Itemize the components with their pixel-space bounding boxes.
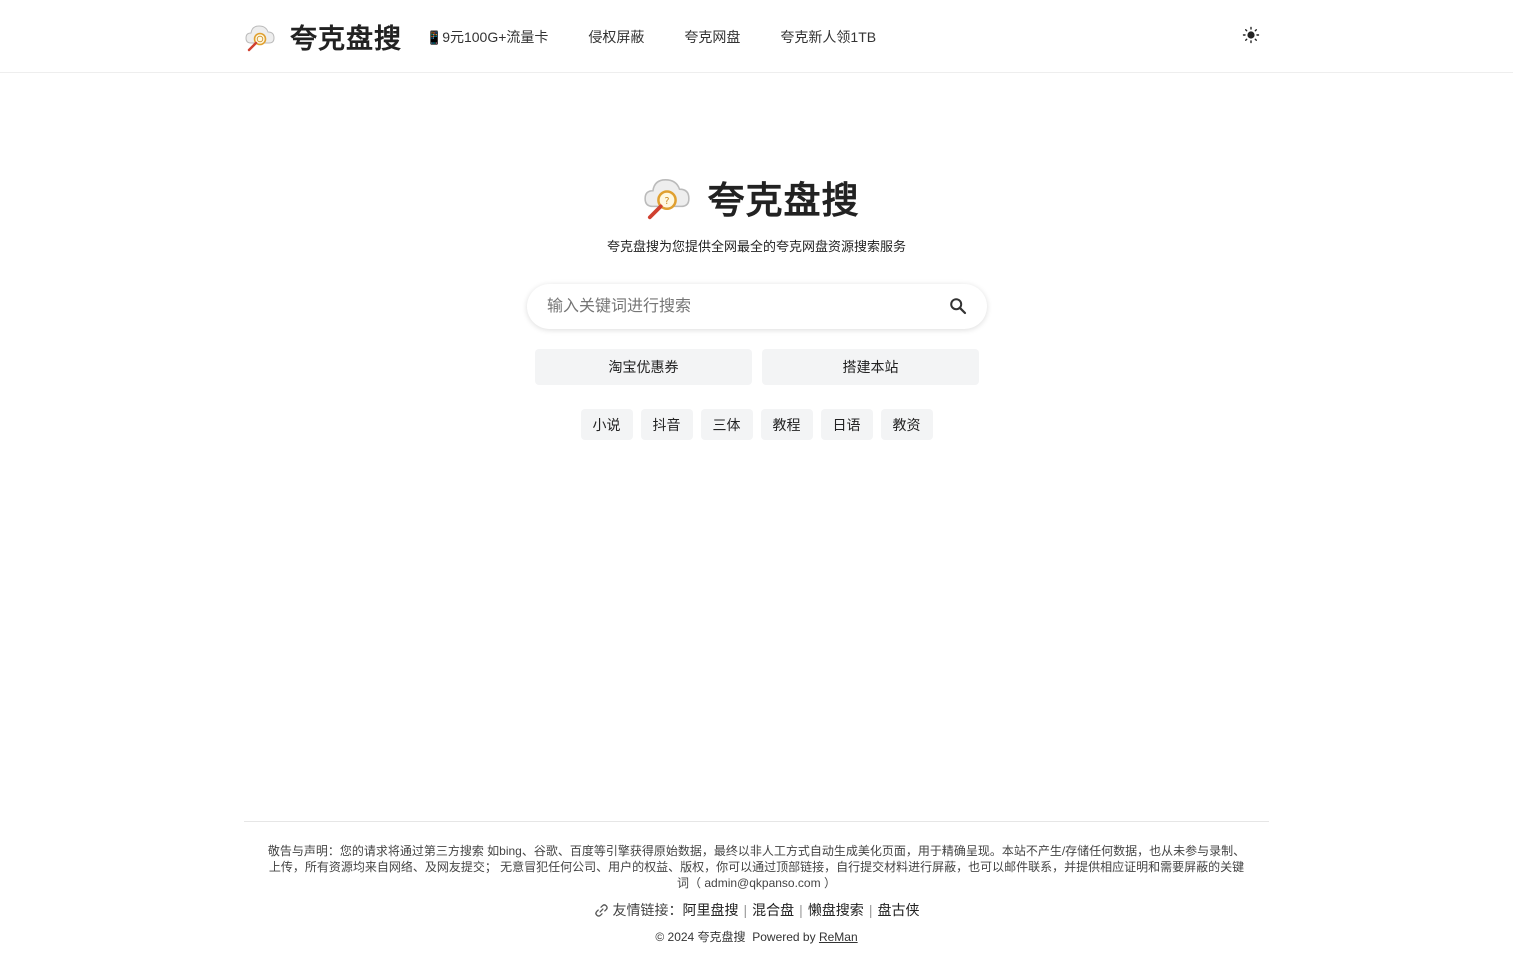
header-container: 夸克盘搜 📱9元100G+流量卡 侵权屏蔽 夸克网盘 夸克新人领1TB xyxy=(244,0,1268,73)
svg-text:?: ? xyxy=(664,196,669,207)
cloud-magnifier-logo-icon: ? xyxy=(643,179,690,220)
brand-home-link[interactable]: 夸克盘搜 xyxy=(244,17,402,56)
top-nav: 📱9元100G+流量卡 侵权屏蔽 夸克网盘 夸克新人领1TB xyxy=(426,27,916,47)
footer-disclaimer: 敬告与声明：您的请求将通过第三方搜索 如bing、谷歌、百度等引擎获得原始数据，… xyxy=(267,844,1246,890)
top-header: 夸克盘搜 📱9元100G+流量卡 侵权屏蔽 夸克网盘 夸克新人领1TB xyxy=(0,0,1513,73)
hero-brand: ? 夸克盘搜 xyxy=(0,170,1513,224)
friend-link-panguxia[interactable]: 盘古侠 xyxy=(877,900,919,920)
nav-link-label: 9元100G+流量卡 xyxy=(442,28,549,45)
nav-link-infringement-block[interactable]: 侵权屏蔽 xyxy=(588,27,644,47)
friend-links-label: 友情链接： xyxy=(612,902,683,918)
link-icon xyxy=(594,903,608,917)
link-separator: | xyxy=(799,902,803,918)
nav-link-quark-drive[interactable]: 夸克网盘 xyxy=(684,27,740,47)
powered-by-link[interactable]: ReMan xyxy=(819,930,858,944)
link-separator: | xyxy=(743,902,748,918)
tag-tutorial[interactable]: 教程 xyxy=(760,409,813,440)
friend-links: 友情链接： 阿里盘搜 | 混合盘 | 懒盘搜索 | 盘古侠 xyxy=(0,900,1513,920)
mobile-phone-icon: 📱 xyxy=(426,29,443,45)
hero-tagline: 夸克盘搜为您提供全网最全的夸克网盘资源搜索服务 xyxy=(606,239,906,254)
friend-link-hunhepan[interactable]: 混合盘 xyxy=(752,900,794,920)
friend-link-aliyun-search[interactable]: 阿里盘搜 xyxy=(683,900,739,920)
copyright-text: © 2024 夸克盘搜 xyxy=(655,930,746,944)
search-box xyxy=(527,284,987,329)
sun-icon[interactable] xyxy=(1242,26,1260,44)
site-title: 夸克盘搜 xyxy=(290,24,402,54)
search-icon[interactable] xyxy=(949,297,967,315)
build-site-button[interactable]: 搭建本站 xyxy=(762,349,979,385)
tag-japanese[interactable]: 日语 xyxy=(820,409,873,440)
tag-three-body[interactable]: 三体 xyxy=(700,409,753,440)
nav-link-sim-card[interactable]: 📱9元100G+流量卡 xyxy=(426,27,548,47)
footer-divider xyxy=(244,821,1269,822)
tag-teacher-cert[interactable]: 教资 xyxy=(880,409,933,440)
hero-title: 夸克盘搜 xyxy=(707,180,860,221)
cloud-magnifier-logo-icon xyxy=(245,24,275,51)
copyright: © 2024 夸克盘搜 Powered by ReMan xyxy=(0,928,1513,945)
tag-douyin[interactable]: 抖音 xyxy=(640,409,693,440)
hot-tags: 小说 抖音 三体 教程 日语 教资 xyxy=(0,409,1513,440)
powered-by-text: Powered by xyxy=(752,930,816,944)
friend-link-lanpan-search[interactable]: 懒盘搜索 xyxy=(808,900,864,920)
nav-link-new-user-1tb[interactable]: 夸克新人领1TB xyxy=(780,27,876,47)
link-separator: | xyxy=(868,902,873,918)
taobao-coupon-button[interactable]: 淘宝优惠券 xyxy=(535,349,752,385)
search-input[interactable] xyxy=(527,286,927,327)
tag-novel[interactable]: 小说 xyxy=(580,409,633,440)
action-buttons: 淘宝优惠券 搭建本站 xyxy=(535,349,979,385)
